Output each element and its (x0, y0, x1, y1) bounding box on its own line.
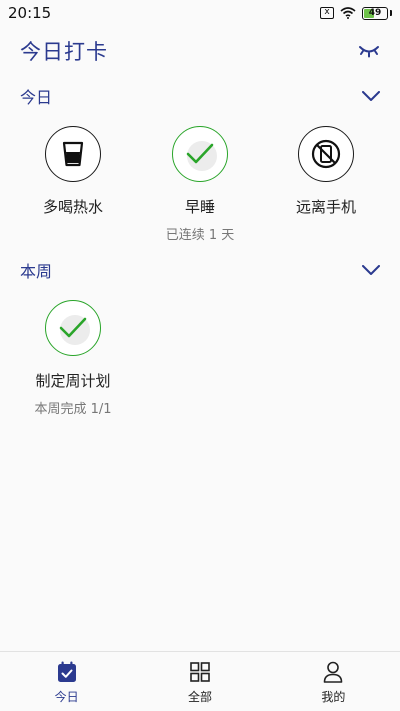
page-title: 今日打卡 (20, 40, 108, 64)
section-title: 本周 (20, 262, 53, 281)
habit-name: 远离手机 (295, 198, 356, 216)
tab-all[interactable]: 全部 (133, 652, 266, 711)
tab-label: 我的 (321, 690, 346, 704)
habit-away-from-phone[interactable]: 远离手机 (266, 126, 386, 217)
status-bar: 20:15 x 49 (0, 0, 400, 26)
habit-drink-hot-water[interactable]: 多喝热水 (13, 126, 133, 217)
habit-progress: 本周完成 1/1 (34, 402, 112, 417)
grid-icon (189, 661, 211, 683)
habit-make-weekly-plan[interactable]: 制定周计划 本周完成 1/1 (13, 300, 133, 417)
habit-icon-circle[interactable] (45, 126, 101, 182)
habit-name: 多喝热水 (42, 198, 103, 216)
chevron-down-icon[interactable] (360, 88, 382, 104)
status-time: 20:15 (8, 4, 52, 22)
wifi-icon (340, 7, 356, 19)
tab-label: 全部 (187, 690, 212, 704)
water-glass-icon (62, 141, 84, 167)
section-title: 今日 (20, 88, 53, 107)
header: 今日打卡 (0, 28, 400, 74)
section-week-header[interactable]: 本周 (0, 255, 400, 285)
habit-streak: 已连续 1 天 (165, 228, 235, 243)
bottom-tab-bar: 今日 全部 我的 (0, 651, 400, 711)
no-phone-icon (311, 139, 341, 169)
battery-level: 49 (368, 8, 382, 18)
calendar-check-icon (56, 661, 78, 683)
chevron-down-icon[interactable] (360, 262, 382, 278)
profile-icon (322, 661, 344, 683)
habit-icon-circle[interactable] (298, 126, 354, 182)
habit-name: 早睡 (184, 198, 215, 216)
closed-eye-icon (359, 46, 379, 58)
battery-tip (390, 10, 392, 16)
checkmark-icon (59, 317, 87, 338)
tab-mine[interactable]: 我的 (267, 652, 400, 711)
habit-icon-circle[interactable] (45, 300, 101, 356)
status-icons: x 49 (320, 6, 392, 20)
visibility-toggle-button[interactable] (356, 41, 382, 61)
section-today-header[interactable]: 今日 (0, 81, 400, 111)
habit-sleep-early[interactable]: 早睡 已连续 1 天 (140, 126, 260, 243)
habit-icon-circle[interactable] (172, 126, 228, 182)
battery-icon: 49 (362, 6, 388, 20)
tab-label: 今日 (54, 690, 79, 704)
tab-today[interactable]: 今日 (0, 652, 133, 711)
checkmark-icon (186, 143, 214, 164)
habit-name: 制定周计划 (35, 372, 111, 390)
notification-icon: x (320, 7, 334, 19)
